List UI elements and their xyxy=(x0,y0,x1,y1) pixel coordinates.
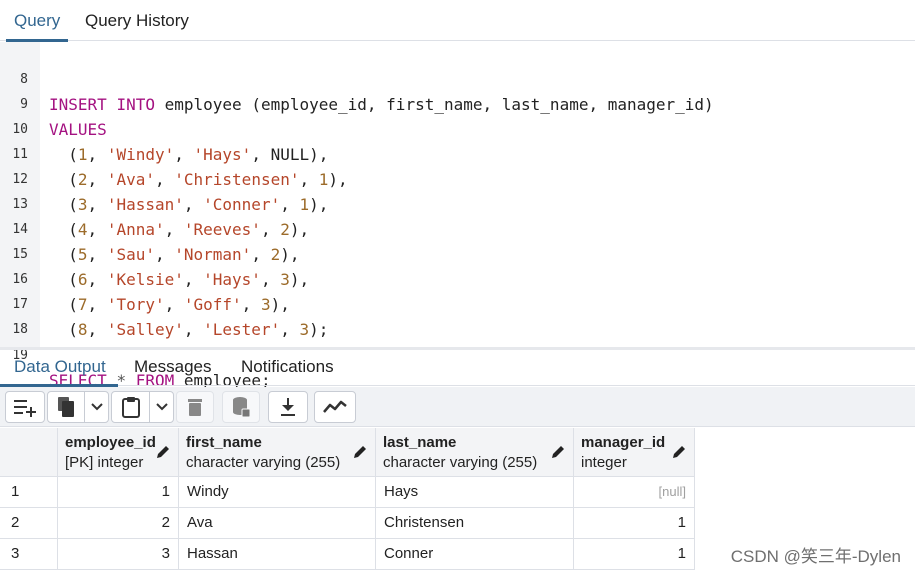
delete-button[interactable] xyxy=(176,391,214,423)
code-line: 19 SELECT * FROM employee; xyxy=(0,318,915,390)
download-icon xyxy=(279,397,297,417)
tab-query[interactable]: Query xyxy=(5,0,69,42)
column-header-manager-id[interactable]: manager_id integer xyxy=(574,428,695,477)
pencil-icon[interactable] xyxy=(672,445,686,464)
paste-button[interactable] xyxy=(111,391,174,423)
pencil-icon[interactable] xyxy=(353,445,367,464)
code-line: 14 (5, 'Sau', 'Norman', 2), xyxy=(0,192,915,264)
code-line: 15 (6, 'Kelsie', 'Hays', 3), xyxy=(0,217,915,289)
data-output-toolbar xyxy=(0,387,915,427)
cell-employee-id[interactable]: 3 xyxy=(58,539,179,570)
cell-manager-id[interactable]: 1 xyxy=(574,539,695,570)
tab-messages[interactable]: Messages xyxy=(134,350,211,386)
graph-visualiser-button[interactable] xyxy=(314,391,356,423)
graph-icon xyxy=(323,399,347,415)
copy-icon xyxy=(48,396,84,418)
row-number[interactable]: 2 xyxy=(0,508,58,539)
delete-icon xyxy=(187,397,203,417)
cell-employee-id[interactable]: 2 xyxy=(58,508,179,539)
add-row-icon xyxy=(13,397,37,417)
code-line: 8 INSERT INTO employee (employee_id, fir… xyxy=(0,42,915,114)
column-name: manager_id xyxy=(581,434,666,451)
code-line: 11 (2, 'Ava', 'Christensen', 1), xyxy=(0,117,915,189)
column-header-employee-id[interactable]: employee_id [PK] integer xyxy=(58,428,179,477)
watermark: CSDN @笑三年-Dylen xyxy=(730,547,901,566)
cell-last-name[interactable]: Hays xyxy=(376,477,574,508)
cell-last-name[interactable]: Conner xyxy=(376,539,574,570)
code-line: 17 (8, 'Salley', 'Lester', 3); xyxy=(0,267,915,339)
pencil-icon[interactable] xyxy=(156,445,170,464)
row-number[interactable]: 3 xyxy=(0,539,58,570)
tab-data-output[interactable]: Data Output xyxy=(0,350,118,387)
save-data-button[interactable] xyxy=(222,391,260,423)
column-name: first_name xyxy=(186,434,262,451)
cell-manager-id[interactable]: [null] xyxy=(574,477,695,508)
column-name: last_name xyxy=(383,434,457,451)
save-data-icon xyxy=(231,396,251,418)
row-number[interactable]: 1 xyxy=(0,477,58,508)
code-line: 13 (4, 'Anna', 'Reeves', 2), xyxy=(0,167,915,239)
column-type: character varying (255) xyxy=(186,454,341,471)
cell-employee-id[interactable]: 1 xyxy=(58,477,179,508)
row-number-header xyxy=(0,428,58,477)
column-header-first-name[interactable]: first_name character varying (255) xyxy=(179,428,376,477)
code-line: 18 xyxy=(0,292,915,337)
tab-notifications[interactable]: Notifications xyxy=(241,350,334,386)
add-row-button[interactable] xyxy=(5,391,45,423)
cell-first-name[interactable]: Windy xyxy=(179,477,376,508)
column-type: [PK] integer xyxy=(65,454,144,471)
pencil-icon[interactable] xyxy=(551,445,565,464)
download-button[interactable] xyxy=(268,391,308,423)
cell-manager-id[interactable]: 1 xyxy=(574,508,695,539)
chevron-down-icon[interactable] xyxy=(149,392,173,422)
query-tool-tabs: Query Query History xyxy=(0,0,915,42)
output-tabs: Data Output Messages Notifications xyxy=(0,350,915,387)
tab-query-history[interactable]: Query History xyxy=(85,0,189,41)
code-line: 9 VALUES xyxy=(0,67,915,139)
column-header-last-name[interactable]: last_name character varying (255) xyxy=(376,428,574,477)
code-line: 12 (3, 'Hassan', 'Conner', 1), xyxy=(0,142,915,214)
column-type: integer xyxy=(581,454,627,471)
chevron-down-icon[interactable] xyxy=(84,392,108,422)
cell-first-name[interactable]: Hassan xyxy=(179,539,376,570)
column-name: employee_id xyxy=(65,434,156,451)
code-line: 10 (1, 'Windy', 'Hays', NULL), xyxy=(0,92,915,164)
sql-editor[interactable]: 8 INSERT INTO employee (employee_id, fir… xyxy=(0,42,915,390)
paste-icon xyxy=(112,396,149,418)
column-type: character varying (255) xyxy=(383,454,538,471)
cell-last-name[interactable]: Christensen xyxy=(376,508,574,539)
cell-first-name[interactable]: Ava xyxy=(179,508,376,539)
code-line: 16 (7, 'Tory', 'Goff', 3), xyxy=(0,242,915,314)
copy-button[interactable] xyxy=(47,391,109,423)
